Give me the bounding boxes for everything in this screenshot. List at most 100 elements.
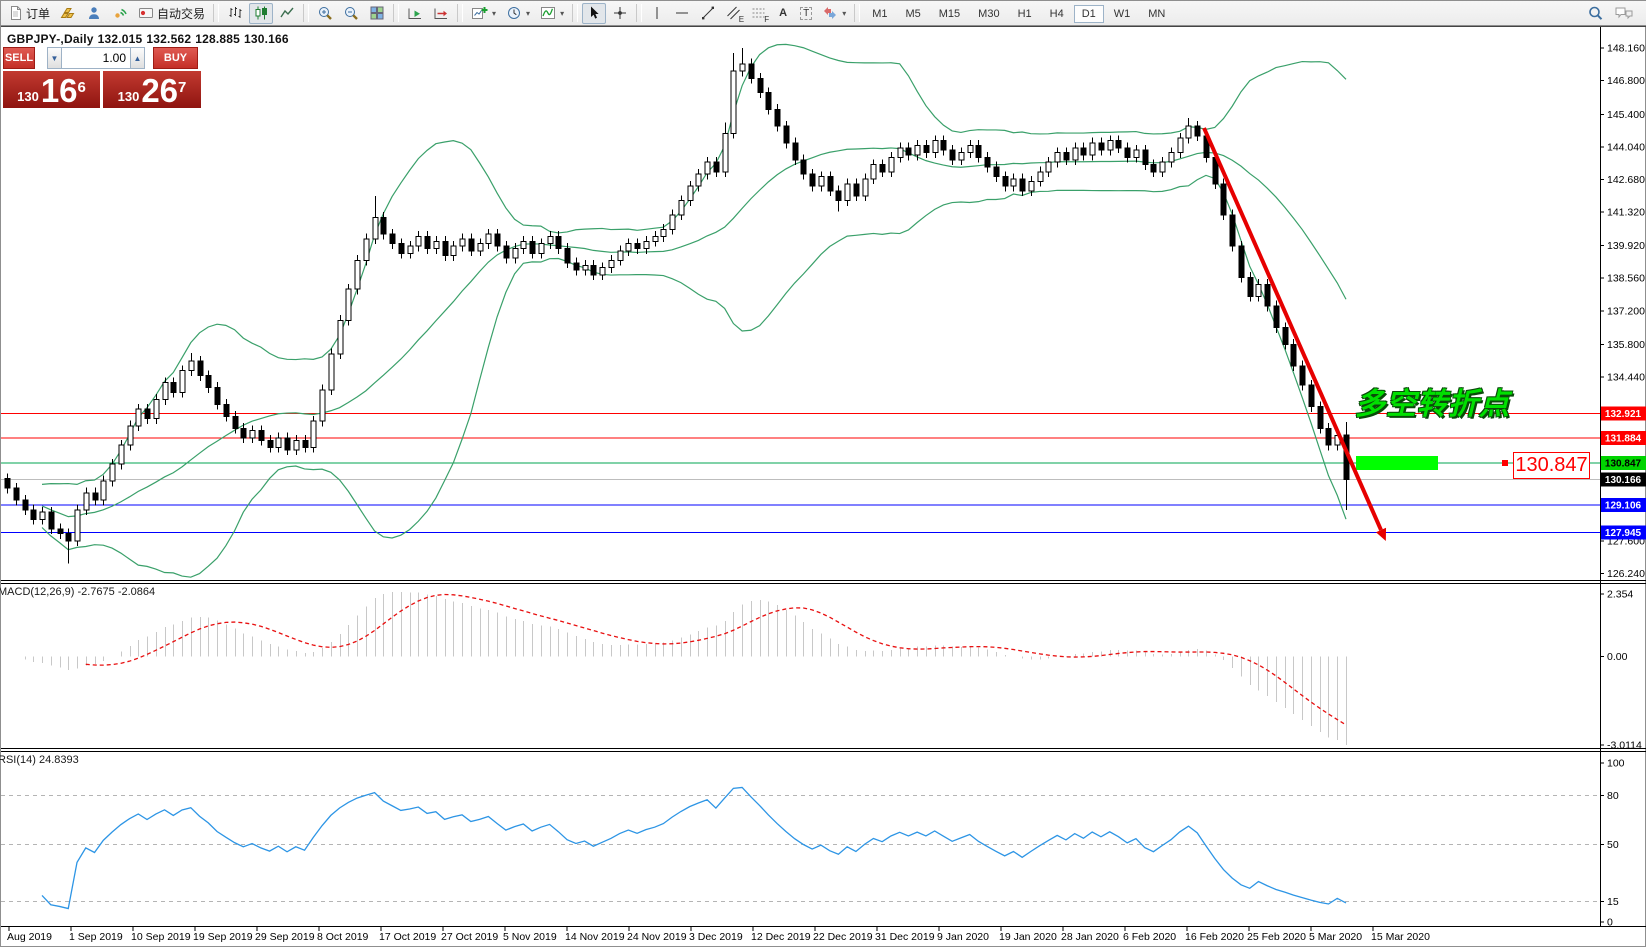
lot-decrease-button[interactable]: ▼ bbox=[47, 47, 62, 69]
chart-shift-button[interactable] bbox=[429, 3, 453, 24]
macd-indicator-label: MACD(12,26,9) -2.7675 -2.0864 bbox=[0, 586, 155, 598]
buy-price-big: 26 bbox=[141, 76, 178, 106]
chart-area[interactable]: 148.160146.800145.400144.040142.680141.3… bbox=[1, 1, 1646, 947]
svg-text:15 Mar 2020: 15 Mar 2020 bbox=[1371, 931, 1430, 943]
trendline-icon bbox=[700, 5, 716, 21]
toolbar-separator bbox=[572, 4, 578, 22]
sell-price-display[interactable]: 130 16 6 bbox=[3, 71, 100, 108]
bar-chart-mode-button[interactable] bbox=[223, 3, 247, 24]
new-chart-icon bbox=[471, 5, 488, 21]
main-toolbar: 订单 自动交易 ▾ ▾ bbox=[1, 1, 1646, 26]
one-click-trading-panel: SELL ▼ ▲ BUY 130 16 6 130 26 7 bbox=[3, 47, 201, 108]
timeframe-h4[interactable]: H4 bbox=[1042, 5, 1072, 23]
toolbar-separator bbox=[393, 4, 399, 22]
fibonacci-tool[interactable]: F bbox=[747, 3, 770, 24]
new-chart-dropdown-arrow[interactable]: ▾ bbox=[492, 9, 496, 18]
timeframe-m15[interactable]: M15 bbox=[931, 5, 968, 23]
timeframe-mn[interactable]: MN bbox=[1140, 5, 1173, 23]
svg-text:132.921: 132.921 bbox=[1605, 409, 1642, 420]
symbol-ohlc-header: GBPJPY-,Daily132.015132.562128.885130.16… bbox=[7, 32, 293, 46]
tile-windows-button[interactable] bbox=[365, 3, 389, 24]
line-chart-icon bbox=[279, 5, 295, 21]
toolbar-separator bbox=[303, 4, 309, 22]
svg-text:144.040: 144.040 bbox=[1607, 141, 1645, 153]
arrows-shapes-icon bbox=[822, 5, 838, 21]
text-tool[interactable]: A bbox=[772, 3, 794, 24]
svg-text:148.160: 148.160 bbox=[1607, 43, 1645, 55]
mt4-window: { "app": { "toolbar": { "order_label": "… bbox=[0, 0, 1646, 947]
timeframe-d1[interactable]: D1 bbox=[1074, 5, 1104, 23]
channel-tool[interactable]: E bbox=[722, 3, 745, 24]
timeframe-w1[interactable]: W1 bbox=[1106, 5, 1139, 23]
buy-price-display[interactable]: 130 26 7 bbox=[103, 71, 201, 108]
svg-text:137.200: 137.200 bbox=[1607, 305, 1645, 317]
svg-text:29 Sep 2019: 29 Sep 2019 bbox=[255, 931, 315, 943]
chat-button[interactable] bbox=[1610, 3, 1638, 24]
crosshair-tool-button[interactable] bbox=[608, 3, 632, 24]
arrows-tool[interactable]: ▾ bbox=[818, 3, 850, 24]
ohlc-high: 132.562 bbox=[146, 32, 191, 46]
timeframe-m5[interactable]: M5 bbox=[897, 5, 928, 23]
toolbar-separator bbox=[854, 4, 860, 22]
svg-text:28 Jan 2020: 28 Jan 2020 bbox=[1061, 931, 1119, 943]
candlestick-mode-button[interactable] bbox=[249, 3, 273, 24]
svg-text:14 Nov 2019: 14 Nov 2019 bbox=[565, 931, 625, 943]
sell-price-pip: 6 bbox=[78, 71, 86, 105]
svg-text:80: 80 bbox=[1607, 790, 1619, 802]
lot-increase-button[interactable]: ▲ bbox=[130, 47, 145, 69]
gold-bars-icon bbox=[60, 5, 76, 21]
symbol-name: GBPJPY-,Daily bbox=[7, 32, 94, 46]
gold-bars-button[interactable] bbox=[56, 3, 80, 24]
sell-price-big: 16 bbox=[41, 76, 78, 106]
horizontal-line-tool[interactable] bbox=[670, 3, 694, 24]
text-label-icon: T bbox=[800, 7, 812, 20]
timeframe-m1[interactable]: M1 bbox=[864, 5, 895, 23]
svg-text:145.400: 145.400 bbox=[1607, 109, 1645, 121]
new-order-button[interactable]: 订单 bbox=[4, 3, 54, 24]
cursor-tool-button[interactable] bbox=[582, 3, 606, 24]
svg-text:25 Feb 2020: 25 Feb 2020 bbox=[1247, 931, 1306, 943]
sell-button[interactable]: SELL bbox=[3, 47, 35, 69]
arrows-dropdown-arrow[interactable]: ▾ bbox=[842, 9, 846, 18]
community-button[interactable] bbox=[82, 3, 106, 24]
svg-text:17 Oct 2019: 17 Oct 2019 bbox=[379, 931, 436, 943]
search-icon bbox=[1587, 5, 1604, 22]
fibonacci-letter: F bbox=[764, 15, 769, 24]
vertical-line-tool[interactable] bbox=[646, 3, 668, 24]
new-chart-button[interactable]: ▾ bbox=[467, 3, 500, 24]
periods-button[interactable]: ▾ bbox=[502, 3, 534, 24]
svg-text:16 Feb 2020: 16 Feb 2020 bbox=[1185, 931, 1244, 943]
zoom-in-button[interactable] bbox=[313, 3, 337, 24]
ohlc-low: 128.885 bbox=[195, 32, 240, 46]
zoom-out-button[interactable] bbox=[339, 3, 363, 24]
svg-text:Aug 2019: Aug 2019 bbox=[7, 931, 52, 943]
svg-text:1 Sep 2019: 1 Sep 2019 bbox=[69, 931, 123, 943]
svg-text:5 Nov 2019: 5 Nov 2019 bbox=[503, 931, 557, 943]
auto-trading-icon bbox=[138, 5, 154, 21]
text-label-tool[interactable]: T bbox=[796, 3, 816, 24]
buy-button[interactable]: BUY bbox=[153, 47, 198, 69]
auto-scroll-icon bbox=[407, 5, 423, 21]
trendline-tool[interactable] bbox=[696, 3, 720, 24]
price-level-label-box[interactable]: 130.847 bbox=[1513, 452, 1590, 479]
auto-scroll-button[interactable] bbox=[403, 3, 427, 24]
timeframe-m30[interactable]: M30 bbox=[970, 5, 1007, 23]
svg-text:8 Oct 2019: 8 Oct 2019 bbox=[317, 931, 369, 943]
ohlc-open: 132.015 bbox=[98, 32, 143, 46]
zoom-out-icon bbox=[343, 5, 359, 21]
indicators-button[interactable]: ▾ bbox=[536, 3, 568, 24]
svg-text:6 Feb 2020: 6 Feb 2020 bbox=[1123, 931, 1176, 943]
auto-trading-toggle[interactable]: 自动交易 bbox=[134, 3, 209, 24]
lot-size-input[interactable] bbox=[62, 47, 130, 69]
timeframe-h1[interactable]: H1 bbox=[1010, 5, 1040, 23]
toolbar-separator bbox=[213, 4, 219, 22]
timeframe-switcher: M1M5M15M30H1H4D1W1MN bbox=[863, 4, 1174, 22]
clock-icon bbox=[506, 5, 522, 21]
periods-dropdown-arrow[interactable]: ▾ bbox=[526, 9, 530, 18]
indicators-dropdown-arrow[interactable]: ▾ bbox=[560, 9, 564, 18]
svg-text:2.354: 2.354 bbox=[1607, 589, 1633, 601]
svg-text:19 Jan 2020: 19 Jan 2020 bbox=[999, 931, 1057, 943]
line-chart-mode-button[interactable] bbox=[275, 3, 299, 24]
search-button[interactable] bbox=[1583, 3, 1608, 24]
signal-button[interactable] bbox=[108, 3, 132, 24]
